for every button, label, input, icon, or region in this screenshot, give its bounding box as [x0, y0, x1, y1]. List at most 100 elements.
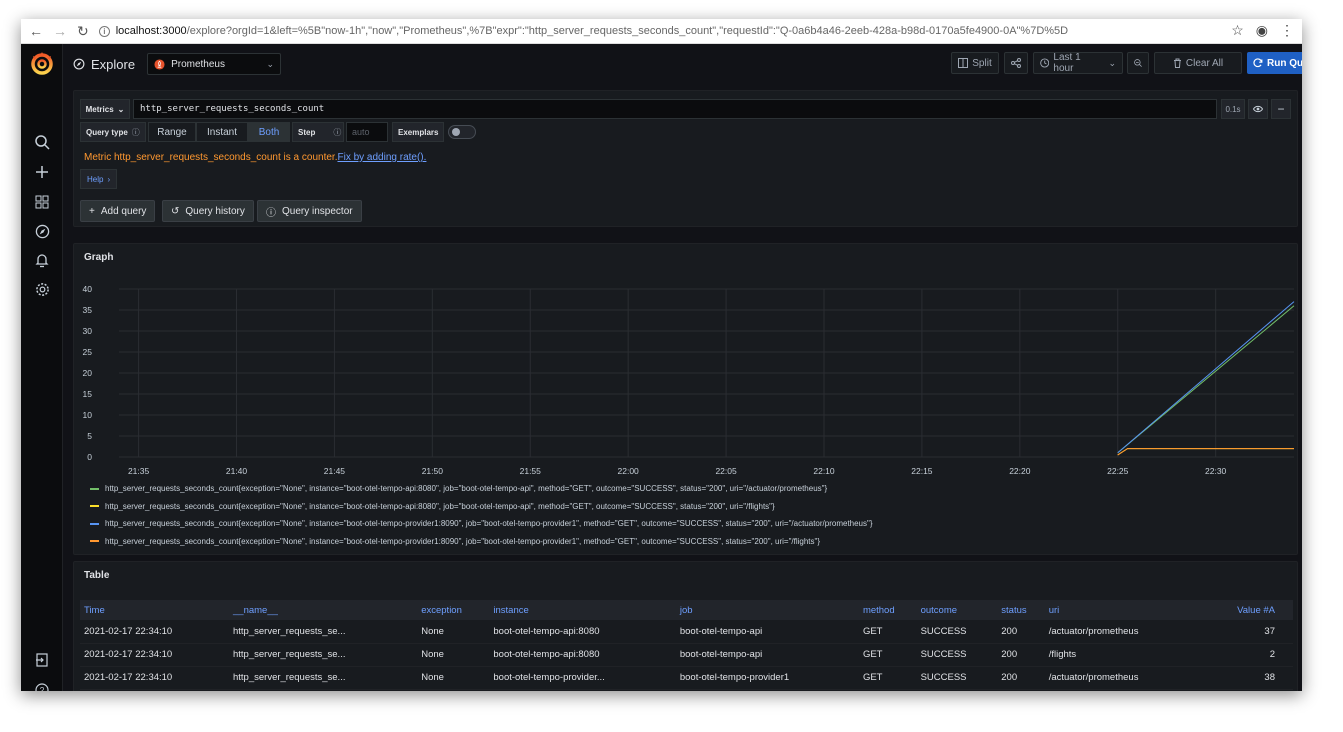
browser-window: ← → ↻ i localhost:3000/explore?orgId=1&l… — [21, 19, 1302, 691]
remove-query-button[interactable]: − — [1271, 99, 1291, 119]
table-cell: GET — [858, 620, 917, 644]
history-icon: ↺ — [171, 205, 180, 217]
clock-icon — [1040, 58, 1050, 68]
table-cell: /actuator/prometheus — [1044, 620, 1197, 644]
graph-title: Graph — [84, 252, 114, 263]
query-editor-panel: Metrics ⌄ http_server_requests_seconds_c… — [73, 90, 1298, 227]
url-path: /explore?orgId=1&left=%5B"now-1h","now",… — [186, 25, 1069, 37]
help-label: Help — [87, 174, 104, 184]
prometheus-icon — [154, 58, 165, 70]
column-header[interactable]: uri — [1044, 600, 1197, 620]
table-cell: http_server_requests_se... — [229, 666, 418, 690]
fix-rate-link[interactable]: Fix by adding rate(). — [337, 152, 426, 163]
eye-icon — [1253, 105, 1263, 113]
run-query-button[interactable]: Run Query ⌄ — [1247, 52, 1302, 74]
url-host: localhost:3000 — [115, 25, 187, 37]
y-tick-label: 25 — [83, 347, 93, 357]
forward-icon[interactable]: → — [53, 23, 67, 40]
table-header-row: Time __name__ exception instance job method ou… — [80, 600, 1293, 620]
create-plus-icon[interactable] — [32, 162, 52, 182]
table-row: 2021-02-17 22:34:10 http_server_requests_… — [80, 666, 1293, 690]
metrics-browser-button[interactable]: Metrics ⌄ — [80, 99, 130, 119]
run-query-label: Run Query — [1267, 57, 1302, 69]
column-header[interactable]: __name__ — [229, 600, 418, 620]
column-header[interactable]: method — [858, 600, 917, 620]
table-cell: /actuator/prometheus — [1044, 666, 1197, 690]
legend-label: http_server_requests_seconds_count{excep… — [105, 536, 821, 546]
column-header[interactable]: job — [675, 600, 859, 620]
query-inspector-button[interactable]: ⓘ Query inspector — [257, 200, 362, 222]
y-tick-label: 15 — [83, 389, 93, 399]
table-cell: SUCCESS — [916, 643, 998, 667]
table-cell: boot-otel-tempo-api — [675, 643, 859, 667]
query-duration: 0.1s — [1221, 99, 1245, 119]
explore-compass-icon[interactable] — [32, 221, 52, 241]
back-icon[interactable]: ← — [29, 23, 43, 40]
y-tick-label: 30 — [83, 326, 93, 336]
column-header[interactable]: Value #A — [1196, 600, 1293, 620]
datasource-picker[interactable]: Prometheus ⌄ — [147, 53, 282, 75]
profile-icon[interactable]: ◉ — [1256, 22, 1268, 39]
x-tick-label: 22:05 — [715, 466, 737, 476]
time-range-picker[interactable]: Last 1 hour ⌄ — [1033, 52, 1123, 74]
table-cell: boot-otel-tempo-api:8080 — [489, 620, 676, 644]
column-header[interactable]: exception — [417, 600, 490, 620]
x-tick-label: 21:40 — [226, 466, 248, 476]
help-toggle[interactable]: Help › — [80, 169, 118, 189]
legend-item[interactable]: http_server_requests_seconds_count{excep… — [90, 533, 873, 551]
add-query-button[interactable]: + Add query — [80, 200, 156, 222]
search-icon[interactable] — [32, 132, 52, 152]
x-tick-label: 22:30 — [1205, 466, 1227, 476]
configuration-gear-icon[interactable] — [32, 279, 52, 299]
query-type-label-box: Query type ⓘ — [80, 122, 146, 142]
metrics-label: Metrics — [85, 104, 114, 114]
query-expression-input[interactable]: http_server_requests_seconds_count — [133, 99, 1217, 119]
dashboards-icon[interactable] — [32, 192, 52, 212]
table-cell: boot-otel-tempo-provider... — [489, 666, 676, 690]
reload-icon[interactable]: ↻ — [77, 23, 89, 40]
legend-label: http_server_requests_seconds_count{excep… — [105, 484, 828, 493]
bookmark-star-icon[interactable]: ☆ — [1231, 22, 1244, 39]
grafana-logo-icon[interactable] — [29, 50, 55, 76]
browser-menu-icon[interactable]: ⋮ — [1280, 22, 1294, 39]
share-icon — [1011, 58, 1021, 68]
zoom-out-button[interactable] — [1127, 52, 1149, 74]
query-type-instant[interactable]: Instant — [196, 122, 248, 142]
counter-warning: Metric http_server_requests_seconds_coun… — [84, 152, 426, 163]
x-tick-label: 22:25 — [1107, 466, 1129, 476]
plus-icon: + — [89, 205, 95, 217]
results-table: Time __name__ exception instance job method ou… — [80, 600, 1293, 690]
query-history-button[interactable]: ↺ Query history — [162, 200, 254, 222]
share-button[interactable] — [1004, 52, 1028, 74]
step-input[interactable]: auto — [346, 122, 388, 142]
hide-query-button[interactable] — [1248, 99, 1268, 119]
address-bar[interactable]: i localhost:3000/explore?orgId=1&left=%5… — [98, 25, 1259, 37]
time-range-label: Last 1 hour — [1053, 52, 1081, 74]
split-button[interactable]: Split — [951, 52, 999, 74]
legend-swatch — [90, 522, 99, 525]
help-icon[interactable]: ? — [32, 680, 52, 691]
legend-item[interactable]: http_server_requests_seconds_count{excep… — [90, 480, 873, 498]
table-title: Table — [84, 570, 110, 581]
legend-item[interactable]: http_server_requests_seconds_count{excep… — [90, 498, 873, 516]
exemplars-label: Exemplars — [392, 122, 445, 142]
query-type-both[interactable]: Both — [248, 122, 290, 142]
alerting-bell-icon[interactable] — [32, 250, 52, 270]
exemplars-toggle[interactable] — [448, 125, 477, 139]
svg-text:?: ? — [40, 686, 45, 691]
column-header[interactable]: outcome — [916, 600, 998, 620]
legend-swatch — [90, 487, 99, 490]
table-cell: 200 — [997, 620, 1045, 644]
info-icon: i — [98, 25, 110, 37]
legend-item[interactable]: http_server_requests_seconds_count{excep… — [90, 515, 873, 533]
graph-legend: http_server_requests_seconds_count{excep… — [90, 480, 873, 550]
sign-in-icon[interactable] — [32, 650, 52, 670]
column-header[interactable]: instance — [489, 600, 676, 620]
query-type-range[interactable]: Range — [148, 122, 196, 142]
column-header[interactable]: status — [997, 600, 1045, 620]
minus-icon: − — [1277, 102, 1285, 116]
column-header[interactable]: Time — [80, 600, 229, 620]
explore-toolbar: Explore Prometheus ⌄ Split Last 1 hour ⌄… — [63, 44, 1302, 84]
info-circle-icon: ⓘ — [266, 207, 276, 219]
clear-all-button[interactable]: Clear All — [1154, 52, 1242, 74]
